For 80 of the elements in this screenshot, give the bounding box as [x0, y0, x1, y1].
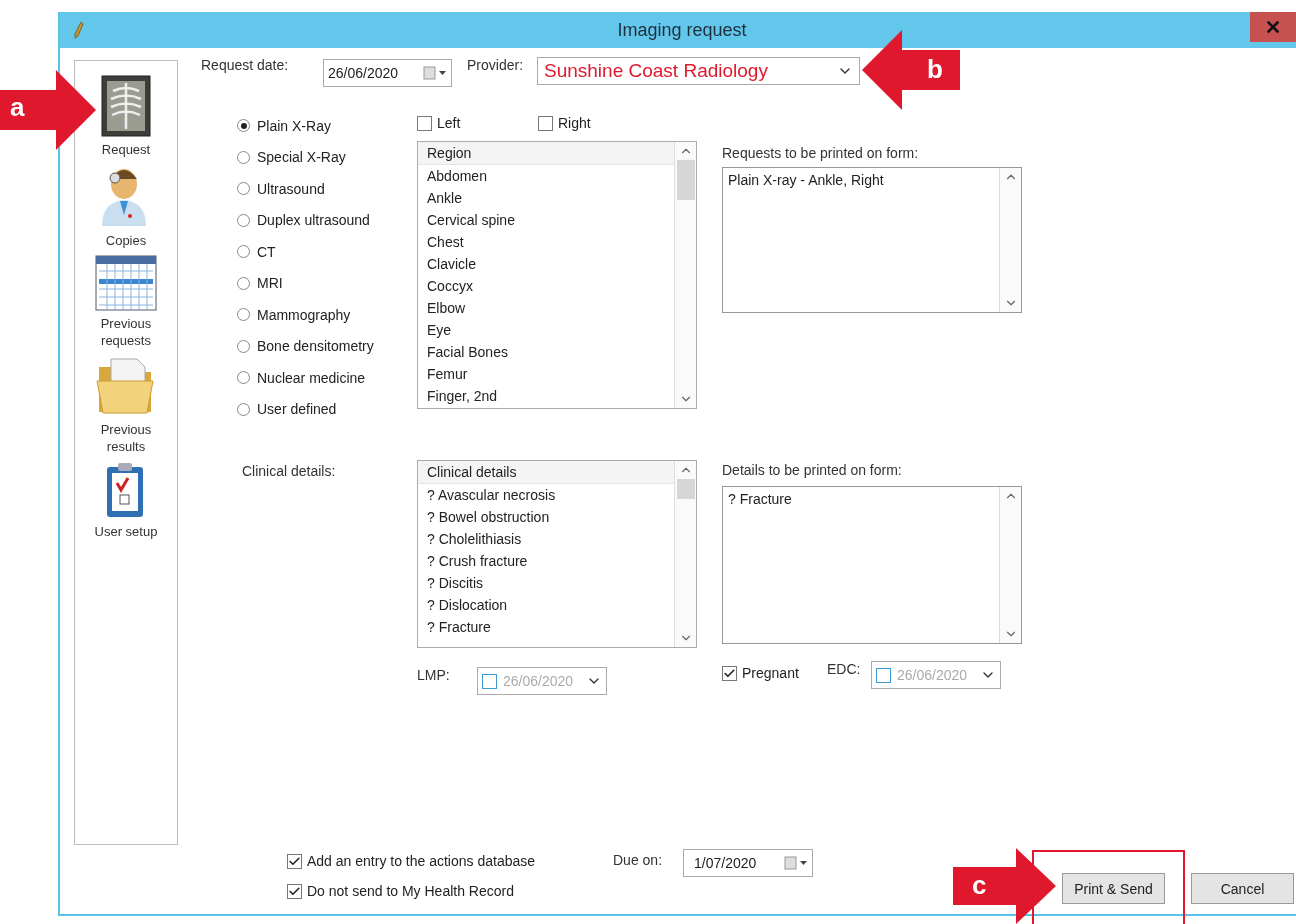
- date-value: 26/06/2020: [897, 667, 968, 683]
- list-item[interactable]: Clavicle: [418, 253, 674, 275]
- checkbox[interactable]: [287, 883, 302, 899]
- checkbox[interactable]: [538, 115, 553, 131]
- close-button[interactable]: [1250, 12, 1296, 42]
- close-icon: [1264, 18, 1282, 36]
- list-item[interactable]: Facial Bones: [418, 341, 674, 363]
- date-field[interactable]: 1/07/2020: [683, 849, 813, 877]
- sidebar-item[interactable]: Previous requests: [86, 255, 166, 349]
- option-checkbox[interactable]: Add an entry to the actions database: [287, 853, 613, 869]
- callout-label: a: [10, 92, 25, 123]
- radio-option[interactable]: Mammography: [237, 299, 417, 331]
- calendar-dropdown-icon[interactable]: [423, 66, 447, 80]
- list-item[interactable]: ? Cholelithiasis: [418, 528, 674, 550]
- pen-icon: [74, 21, 84, 39]
- list-item[interactable]: ? Bowel obstruction: [418, 506, 674, 528]
- radio-option[interactable]: Bone densitometry: [237, 330, 417, 362]
- calendar-dropdown-icon[interactable]: [784, 856, 808, 870]
- requests-text-area[interactable]: Plain X-ray - Ankle, Right: [722, 167, 1022, 313]
- field-label: Request date:: [201, 57, 290, 73]
- xray-icon: [101, 75, 151, 137]
- window-title: Imaging request: [616, 19, 748, 41]
- date-value: 1/07/2020: [694, 855, 757, 871]
- sidebar-item[interactable]: Previous results: [86, 355, 166, 455]
- option-checkbox[interactable]: Do not send to My Health Record: [287, 883, 613, 899]
- list-item[interactable]: ? Avascular necrosis: [418, 484, 674, 506]
- side-checkbox[interactable]: Right: [538, 115, 659, 131]
- list-item[interactable]: ? Discitis: [418, 572, 674, 594]
- date-value: 26/06/2020: [503, 673, 574, 689]
- sidebar-item[interactable]: Request: [101, 75, 151, 158]
- list-item[interactable]: Abdomen: [418, 165, 674, 187]
- calendar-icon: [95, 255, 157, 311]
- scroll-thumb[interactable]: [676, 479, 695, 499]
- list-item[interactable]: ? Fracture: [418, 616, 674, 638]
- list-item[interactable]: Femur: [418, 363, 674, 385]
- date-checkbox[interactable]: [482, 673, 497, 689]
- radio-option[interactable]: Plain X-Ray: [237, 110, 417, 142]
- sidebar-item[interactable]: Copies: [98, 164, 154, 249]
- date-field[interactable]: 26/06/2020: [323, 59, 452, 87]
- list-item[interactable]: Ankle: [418, 187, 674, 209]
- callout-label: c: [972, 870, 987, 901]
- details-text-area[interactable]: ? Fracture: [722, 486, 1022, 644]
- checkbox[interactable]: [417, 115, 432, 131]
- field-label: Provider:: [467, 57, 525, 73]
- dialog-button[interactable]: Cancel: [1191, 873, 1294, 904]
- field-label: Due on:: [613, 852, 664, 868]
- dialog-button[interactable]: Print & Send: [1062, 873, 1165, 904]
- radio-option[interactable]: Ultrasound: [237, 173, 417, 205]
- radio-option[interactable]: CT: [237, 236, 417, 268]
- radio-option[interactable]: Duplex ultrasound: [237, 204, 417, 236]
- radio-option[interactable]: MRI: [237, 267, 417, 299]
- callout-label: b: [927, 54, 943, 85]
- field-label: EDC:: [827, 661, 862, 677]
- sidebar-item[interactable]: User setup: [94, 461, 158, 540]
- radio-option[interactable]: User defined: [237, 393, 417, 425]
- list-item[interactable]: Elbow: [418, 297, 674, 319]
- field-label: Details to be printed on form:: [722, 462, 903, 478]
- provider-dropdown[interactable]: Sunshine Coast Radiology: [537, 57, 860, 85]
- list-item[interactable]: Chest: [418, 231, 674, 253]
- list-header: Region: [418, 142, 674, 165]
- checkbox[interactable]: [287, 853, 302, 869]
- radio-option[interactable]: Special X-Ray: [237, 141, 417, 173]
- field-label: Clinical details:: [242, 463, 336, 479]
- field-label: Requests to be printed on form:: [722, 145, 920, 161]
- folder-icon: [95, 355, 157, 417]
- list-item[interactable]: Cervical spine: [418, 209, 674, 231]
- side-checkbox[interactable]: Left: [417, 115, 538, 131]
- list-item[interactable]: Eye: [418, 319, 674, 341]
- checkbox[interactable]: [722, 665, 737, 681]
- list-item[interactable]: Finger, 2nd: [418, 385, 674, 407]
- list-header: Clinical details: [418, 461, 674, 484]
- radio-option[interactable]: Nuclear medicine: [237, 362, 417, 394]
- list-item[interactable]: ? Crush fracture: [418, 550, 674, 572]
- date-value: 26/06/2020: [328, 65, 399, 81]
- date-checkbox[interactable]: [876, 667, 891, 683]
- scroll-thumb[interactable]: [676, 160, 695, 200]
- list-item[interactable]: Coccyx: [418, 275, 674, 297]
- field-label: LMP:: [417, 667, 451, 683]
- list-item[interactable]: ? Dislocation: [418, 594, 674, 616]
- pregnant-checkbox[interactable]: Pregnant: [722, 665, 827, 681]
